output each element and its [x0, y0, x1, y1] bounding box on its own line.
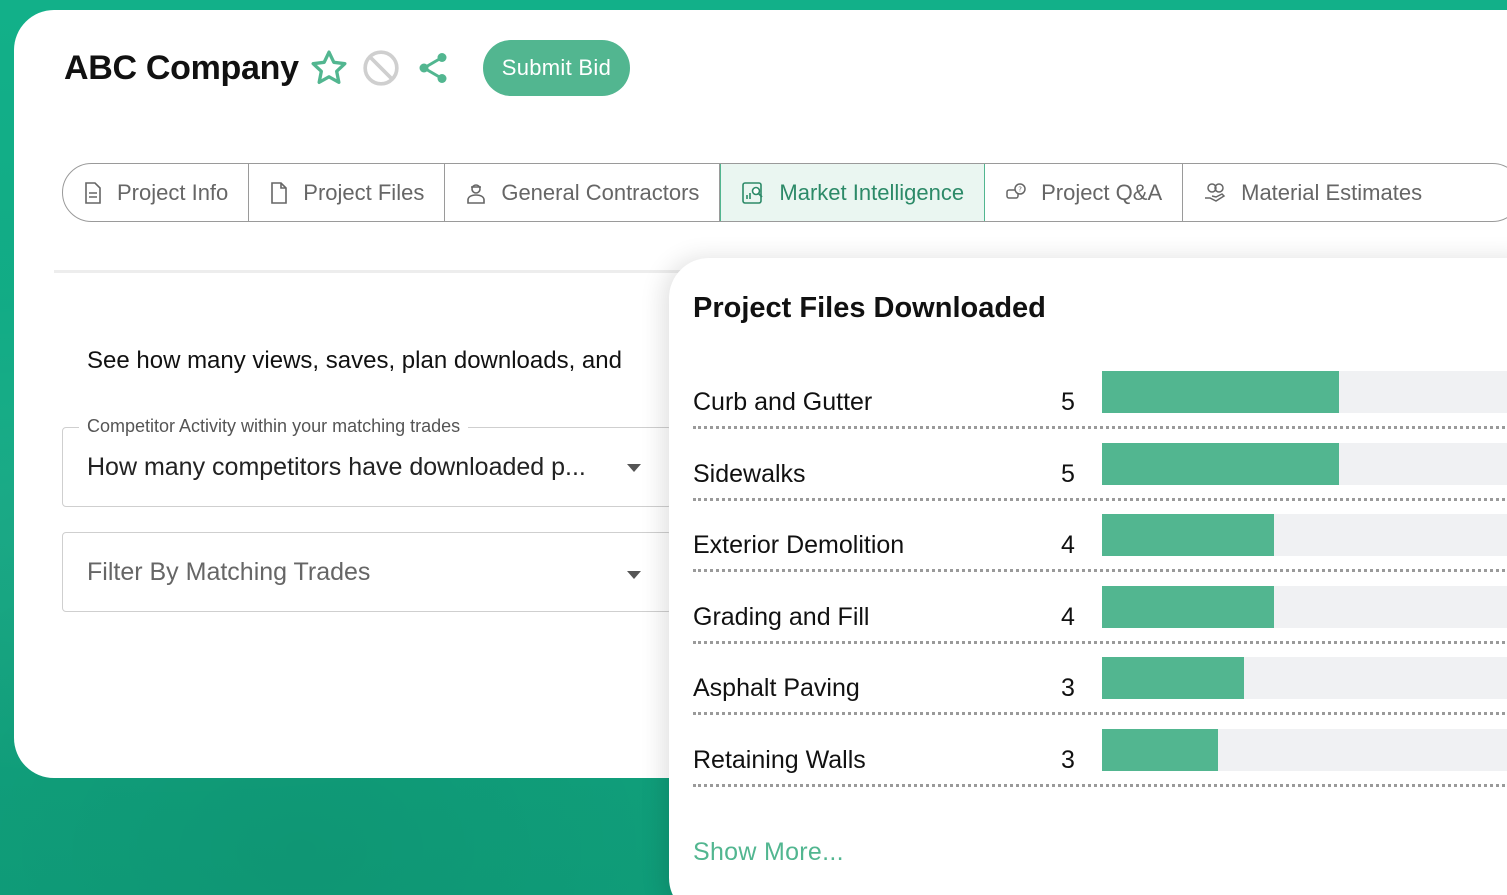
trade-filter-select[interactable]: Filter By Matching Trades: [62, 532, 672, 612]
bar-label: Grading and Fill: [693, 602, 870, 631]
chart-row: Asphalt Paving 3: [693, 657, 1507, 729]
bar-value-label: 5: [1061, 459, 1075, 488]
bar-track: [1102, 657, 1507, 700]
bar-label: Curb and Gutter: [693, 388, 873, 416]
chart-row: Curb and Gutter 5: [693, 371, 1507, 443]
chart-row: Retaining Walls 3: [693, 729, 1507, 801]
money-hand-icon: [1203, 182, 1227, 204]
tab-label: General Contractors: [501, 179, 700, 205]
bar-track: [1102, 371, 1507, 413]
document-icon: [83, 181, 103, 204]
worker-icon: [465, 182, 487, 204]
chart-row: Exterior Demolition 4: [693, 514, 1507, 586]
competitor-activity-select[interactable]: Competitor Activity within your matching…: [62, 416, 672, 507]
tab-general-contractors[interactable]: General Contractors: [445, 164, 721, 221]
chart-row: Grading and Fill 4: [693, 585, 1507, 658]
bar: [1102, 371, 1339, 413]
select-placeholder: Filter By Matching Trades: [87, 558, 371, 586]
bar-label: Exterior Demolition: [693, 531, 905, 560]
tab-project-qa[interactable]: ? Project Q&A: [985, 164, 1184, 221]
row-divider: [693, 497, 1507, 501]
bar-label: Retaining Walls: [693, 746, 866, 774]
show-more-link[interactable]: Show More...: [693, 838, 844, 867]
caret-down-icon[interactable]: [627, 571, 641, 579]
bar-track: [1102, 585, 1507, 628]
row-divider: [693, 426, 1507, 429]
row-divider: [693, 784, 1507, 787]
description-text: See how many views, saves, plan download…: [87, 347, 622, 374]
chart-row: Sidewalks 5: [693, 442, 1507, 515]
chat-question-icon: ?: [1005, 182, 1027, 204]
tab-label: Project Files: [303, 179, 425, 205]
bar-value-label: 3: [1061, 674, 1075, 703]
row-divider: [693, 569, 1507, 573]
bar-track: [1102, 514, 1507, 557]
tab-label: Market Intelligence: [779, 179, 965, 205]
row-divider: [693, 640, 1507, 644]
bar-track: [1102, 442, 1507, 485]
submit-bid-button[interactable]: Submit Bid: [482, 40, 631, 96]
chart-search-icon: [741, 181, 765, 205]
tab-material-estimates[interactable]: Material Estimates: [1183, 164, 1442, 221]
bar: [1102, 585, 1274, 628]
tab-project-info[interactable]: Project Info: [63, 164, 250, 221]
share-icon[interactable]: [411, 46, 455, 90]
bar-track: [1102, 729, 1507, 771]
chart-title: Project Files Downloaded: [693, 292, 1046, 324]
tab-label: Project Info: [117, 179, 229, 205]
file-icon: [269, 181, 289, 204]
bar-label: Sidewalks: [693, 459, 806, 488]
tab-project-files[interactable]: Project Files: [249, 164, 446, 221]
bar-value-label: 4: [1061, 531, 1075, 560]
block-icon[interactable]: [359, 46, 403, 90]
tab-label: Project Q&A: [1041, 179, 1163, 205]
tab-market-intelligence[interactable]: Market Intelligence: [720, 164, 986, 221]
bar-value-label: 4: [1061, 602, 1075, 631]
caret-down-icon[interactable]: [627, 464, 641, 472]
bar-value-label: 5: [1061, 388, 1075, 416]
bar-label: Asphalt Paving: [693, 674, 860, 703]
bar: [1102, 442, 1339, 485]
divider: [54, 270, 774, 273]
company-title: ABC Company: [64, 48, 299, 87]
row-divider: [693, 712, 1507, 716]
bar-value-label: 3: [1061, 746, 1075, 774]
select-value: How many competitors have downloaded p..…: [87, 453, 586, 481]
bar: [1102, 729, 1218, 771]
svg-text:?: ?: [1018, 185, 1022, 193]
star-icon[interactable]: [307, 46, 351, 90]
tab-bar: Project Info Project Files General Contr…: [62, 163, 1507, 222]
bar: [1102, 657, 1244, 700]
chart-card: Project Files Downloaded Curb and Gutter…: [669, 258, 1507, 895]
field-legend: Competitor Activity within your matching…: [79, 416, 469, 437]
header: ABC Company Submit Bid: [64, 40, 631, 96]
bar: [1102, 514, 1274, 557]
tab-label: Material Estimates: [1241, 179, 1423, 205]
